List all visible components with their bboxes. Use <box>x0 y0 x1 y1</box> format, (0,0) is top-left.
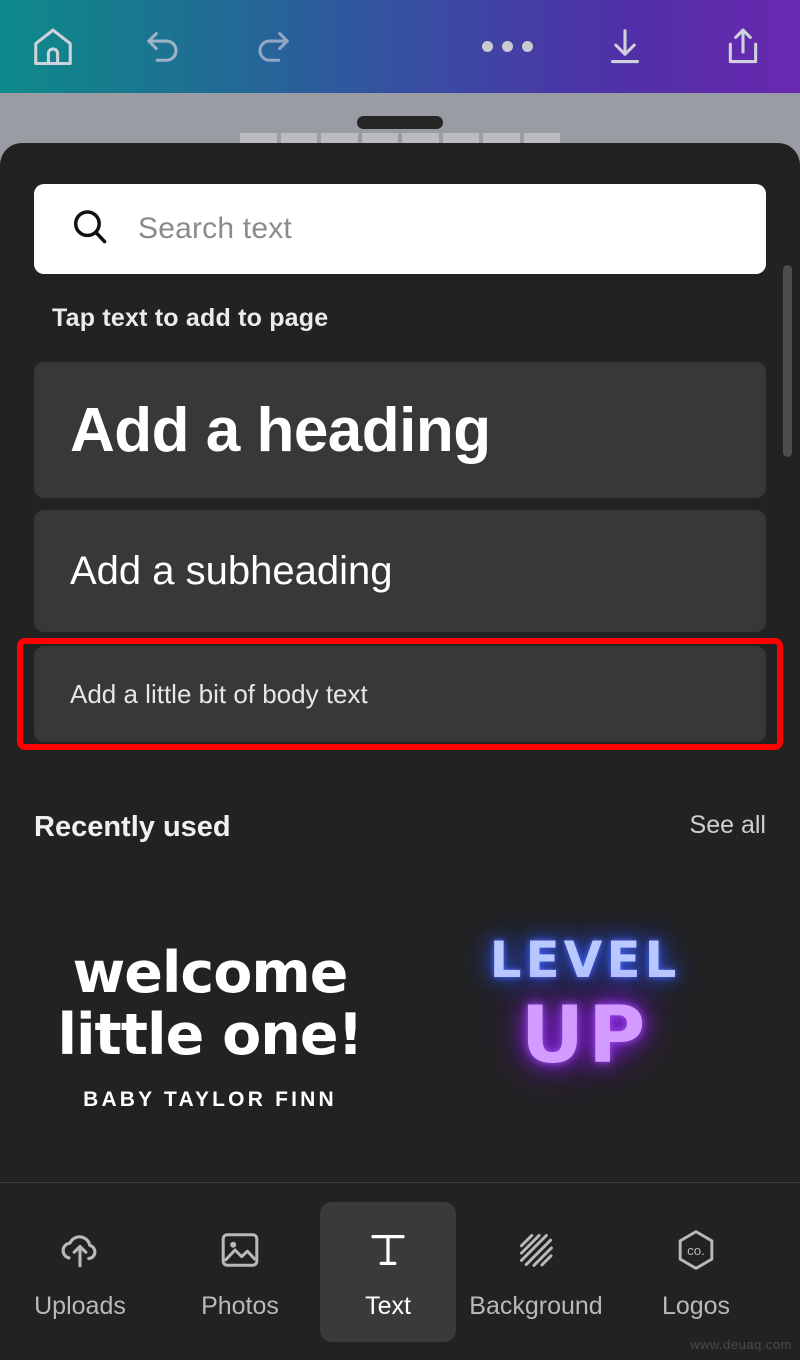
download-icon <box>602 24 648 70</box>
more-options-button[interactable] <box>476 16 538 78</box>
see-all-link[interactable]: See all <box>690 811 766 840</box>
recent-item-line2: UP <box>520 991 650 1081</box>
svg-text:co.: co. <box>687 1243 705 1258</box>
home-icon <box>30 24 76 70</box>
recent-item-line1: welcome <box>72 940 349 1006</box>
recent-item-level-up[interactable]: LEVEL UP <box>430 931 740 1081</box>
add-heading-label: Add a heading <box>70 395 491 465</box>
text-t-icon <box>364 1222 412 1278</box>
nav-label-text: Text <box>365 1292 411 1320</box>
recent-item-welcome[interactable]: welcome little one! BABY TAYLOR FINN <box>40 940 380 1112</box>
add-subheading-label: Add a subheading <box>70 548 393 593</box>
app-root: Search text Tap text to add to page Add … <box>0 0 800 1360</box>
site-watermark: www.deuaq.com <box>690 1337 792 1352</box>
hexagon-co-icon: co. <box>671 1222 721 1278</box>
toolbar-left-group <box>22 16 304 78</box>
add-subheading-card[interactable]: Add a subheading <box>34 510 766 632</box>
share-button[interactable] <box>712 16 774 78</box>
stripes-icon <box>511 1222 561 1278</box>
search-icon <box>68 205 112 254</box>
more-dots-icon <box>481 41 533 52</box>
panel-scrollbar-thumb[interactable] <box>783 265 792 457</box>
add-body-text-label: Add a little bit of body text <box>70 678 368 709</box>
recently-used-header: Recently used See all <box>34 811 766 851</box>
nav-item-logos[interactable]: co. Logos <box>616 1202 776 1342</box>
add-body-text-card[interactable]: Add a little bit of body text <box>34 646 766 742</box>
nav-label-uploads: Uploads <box>34 1292 126 1320</box>
tap-text-hint: Tap text to add to page <box>52 304 329 332</box>
search-box[interactable]: Search text <box>34 184 766 274</box>
nav-item-uploads[interactable]: Uploads <box>0 1202 160 1342</box>
recent-item-subtitle: BABY TAYLOR FINN <box>83 1088 337 1112</box>
search-input[interactable]: Search text <box>138 212 292 246</box>
recently-used-title: Recently used <box>34 811 231 843</box>
search-bar[interactable]: Search text <box>34 184 766 274</box>
undo-icon <box>140 24 186 70</box>
nav-label-background: Background <box>469 1292 603 1320</box>
nav-item-text[interactable]: Text <box>320 1201 456 1342</box>
home-button[interactable] <box>22 16 84 78</box>
image-icon <box>216 1222 264 1278</box>
sheet-drag-handle[interactable] <box>357 116 443 129</box>
nav-item-photos[interactable]: Photos <box>160 1202 320 1342</box>
share-icon <box>720 24 766 70</box>
download-button[interactable] <box>594 16 656 78</box>
recent-item-line1: LEVEL <box>489 931 681 989</box>
nav-label-logos: Logos <box>661 1292 731 1320</box>
nav-item-background[interactable]: Background <box>456 1202 616 1342</box>
cloud-upload-icon <box>55 1222 105 1278</box>
recently-used-grid: welcome little one! BABY TAYLOR FINN LEV… <box>0 903 800 1188</box>
text-panel-sheet: Search text Tap text to add to page Add … <box>0 143 800 1360</box>
undo-button[interactable] <box>132 16 194 78</box>
recent-item-line2: little one! <box>57 1001 363 1068</box>
toolbar-right-group <box>476 16 774 78</box>
bottom-navigation: Uploads Photos Text Background co. Logos <box>0 1182 800 1360</box>
redo-button[interactable] <box>242 16 304 78</box>
nav-label-photos: Photos <box>201 1292 279 1320</box>
add-heading-card[interactable]: Add a heading <box>34 362 766 498</box>
editor-toolbar <box>0 0 800 93</box>
redo-icon <box>250 24 296 70</box>
